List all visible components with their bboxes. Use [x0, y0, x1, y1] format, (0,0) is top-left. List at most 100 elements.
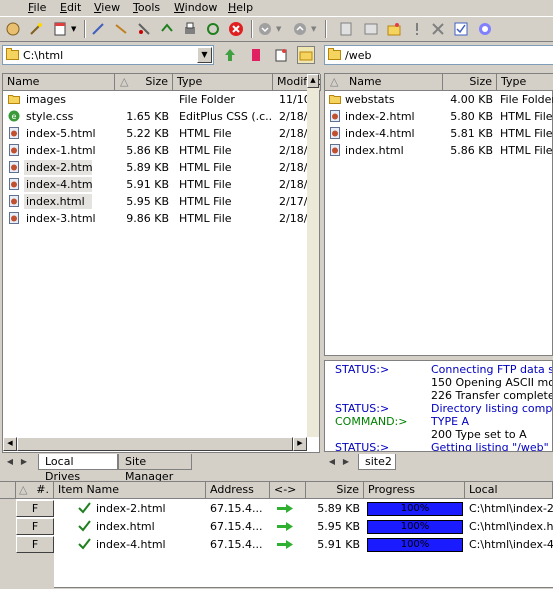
- arrow-right-icon: [277, 504, 293, 513]
- transfer-icon[interactable]: [159, 21, 175, 37]
- list-item[interactable]: index-2.html 5.89 KB HTML File 2/18/20: [3, 159, 307, 176]
- queue-flag[interactable]: F: [16, 536, 54, 553]
- queue-size: 5.91 KB: [317, 538, 360, 551]
- tool-icon[interactable]: [136, 21, 152, 37]
- list-item[interactable]: webstats 4.00 KB File Folder: [325, 91, 553, 108]
- column-header-local[interactable]: Local: [465, 482, 553, 499]
- column-header-type[interactable]: Type: [173, 74, 273, 91]
- log-text: Directory listing completed: [431, 402, 553, 415]
- column-header-address[interactable]: Address: [206, 482, 270, 499]
- column-header-type[interactable]: Type: [497, 74, 553, 91]
- properties-icon[interactable]: [338, 21, 354, 37]
- log-text: TYPE A: [431, 415, 470, 428]
- column-header-direction[interactable]: <->: [270, 482, 306, 499]
- menu-file[interactable]: File: [28, 1, 46, 14]
- open-folder-icon[interactable]: [297, 46, 315, 64]
- list-item[interactable]: index-4.html 5.81 KB HTML File: [325, 125, 553, 142]
- queue-flag[interactable]: F: [16, 500, 54, 517]
- exclamation-icon[interactable]: [409, 21, 425, 37]
- upload-icon[interactable]: [292, 21, 308, 37]
- scroll-up-button[interactable]: ▲: [307, 74, 319, 88]
- log-label: STATUS:>: [335, 402, 390, 415]
- check-icon[interactable]: [453, 21, 469, 37]
- progress-bar: 100%: [367, 538, 463, 552]
- tab-site2[interactable]: site2: [358, 454, 396, 470]
- help-icon[interactable]: [477, 21, 493, 37]
- column-header-item-name[interactable]: Item Name: [54, 482, 206, 499]
- print-icon[interactable]: [182, 21, 198, 37]
- list-item[interactable]: images File Folder 11/10/2: [3, 91, 307, 108]
- menu-view[interactable]: View: [94, 1, 120, 14]
- list-item[interactable]: index-5.html 5.22 KB HTML File 2/18/20: [3, 125, 307, 142]
- file-name: index-1.html: [26, 144, 96, 157]
- tab-local-drives[interactable]: Local Drives: [38, 454, 118, 483]
- file-type: HTML File: [179, 161, 232, 174]
- stop-icon[interactable]: [228, 21, 244, 37]
- menu-help[interactable]: Help: [228, 1, 253, 14]
- new-icon[interactable]: [52, 21, 68, 37]
- remote-tab-bar: ◀ ▶ site2: [324, 454, 553, 472]
- folder-icon: [6, 48, 19, 60]
- new-folder-icon[interactable]: [273, 47, 289, 63]
- menu-window[interactable]: Window: [174, 1, 217, 14]
- tab-site-manager[interactable]: Site Manager: [118, 454, 192, 483]
- connect-icon[interactable]: [5, 21, 21, 37]
- check-icon: [78, 502, 91, 514]
- queue-row[interactable]: Findex-4.html 67.15.4... 5.91 KB 100% C:\htm…: [0, 536, 553, 554]
- toolbar-separator: [325, 20, 327, 38]
- remote-file-list[interactable]: △ Name Size Type webstats 4.00 KB File Fold…: [324, 73, 553, 356]
- chevron-down-icon[interactable]: ▼: [311, 25, 316, 33]
- new-folder-icon[interactable]: [386, 21, 402, 37]
- transfer-queue[interactable]: △ #. Item Name Address <-> Size Progress …: [0, 481, 553, 589]
- queue-local-path: C:\html\index-4.ht: [469, 538, 553, 551]
- local-path-combo[interactable]: C:\html ▼: [2, 45, 214, 65]
- scroll-right-button[interactable]: ▶: [293, 437, 307, 451]
- chevron-down-icon[interactable]: ▼: [71, 25, 76, 33]
- chevron-down-icon[interactable]: ▼: [197, 47, 212, 63]
- pen-icon[interactable]: [113, 21, 129, 37]
- check-icon: [78, 520, 91, 532]
- list-item[interactable]: e style.css 1.65 KB EditPlus CSS (.c... 2/18…: [3, 108, 307, 125]
- menu-edit[interactable]: Edit: [60, 1, 81, 14]
- queue-row[interactable]: Findex.html 67.15.4... 5.95 KB 100% C:\html\…: [0, 518, 553, 536]
- wizard-icon[interactable]: [28, 21, 44, 37]
- local-file-list[interactable]: Name △ Size Type Modified images File Fold…: [2, 73, 321, 453]
- column-header-progress[interactable]: Progress: [364, 482, 465, 499]
- file-type: HTML File: [179, 144, 232, 157]
- list-item[interactable]: index-4.html 5.91 KB HTML File 2/18/20: [3, 176, 307, 193]
- menu-tools[interactable]: Tools: [133, 1, 160, 14]
- file-type: EditPlus CSS (.c...: [179, 110, 271, 123]
- tab-scroll-left-icon[interactable]: ◀: [4, 456, 16, 468]
- list-item[interactable]: index.html 5.95 KB HTML File 2/17/20: [3, 193, 307, 210]
- list-item[interactable]: index.html 5.86 KB HTML File: [325, 142, 553, 159]
- view-icon[interactable]: [363, 21, 379, 37]
- queue-row[interactable]: Findex-2.html 67.15.4... 5.89 KB 100% C:\htm…: [0, 500, 553, 518]
- delete-file-icon[interactable]: [248, 47, 264, 63]
- column-header-size[interactable]: △ Size: [115, 74, 173, 91]
- refresh-icon[interactable]: [205, 21, 221, 37]
- scroll-thumb[interactable]: [17, 437, 293, 451]
- file-size: 5.81 KB: [450, 127, 493, 140]
- up-folder-icon[interactable]: [222, 47, 238, 63]
- column-header-size[interactable]: Size: [443, 74, 497, 91]
- list-item[interactable]: index-1.html 5.86 KB HTML File 2/18/20: [3, 142, 307, 159]
- tab-scroll-right-icon[interactable]: ▶: [18, 456, 30, 468]
- delete-icon[interactable]: [430, 21, 446, 37]
- file-name: index-5.html: [26, 127, 96, 140]
- remote-path-combo[interactable]: /web: [324, 45, 553, 65]
- disconnect-icon[interactable]: [90, 21, 106, 37]
- download-icon[interactable]: [257, 21, 273, 37]
- column-header-number[interactable]: △ #.: [16, 482, 54, 499]
- tab-scroll-right-icon[interactable]: ▶: [340, 456, 352, 468]
- vertical-scrollbar[interactable]: [307, 74, 319, 437]
- chevron-down-icon[interactable]: ▼: [276, 25, 281, 33]
- queue-flag[interactable]: F: [16, 518, 54, 535]
- scroll-left-button[interactable]: ◀: [3, 437, 17, 451]
- column-header-name[interactable]: Name: [3, 74, 115, 91]
- column-header-name[interactable]: △ Name: [325, 74, 443, 91]
- column-header-size[interactable]: Size: [306, 482, 364, 499]
- tab-scroll-left-icon[interactable]: ◀: [326, 456, 338, 468]
- list-item[interactable]: index-3.html 9.86 KB HTML File 2/18/20: [3, 210, 307, 227]
- log-line: COMMAND:> TYPE A: [325, 415, 552, 428]
- list-item[interactable]: index-2.html 5.80 KB HTML File: [325, 108, 553, 125]
